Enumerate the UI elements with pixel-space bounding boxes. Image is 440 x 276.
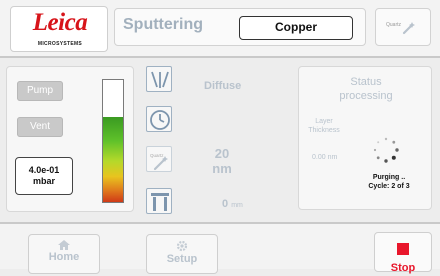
vent-button[interactable]: Vent	[17, 117, 63, 137]
pressure-value: 4.0e-01	[28, 165, 60, 175]
quartz-button[interactable]: Quartz	[375, 8, 431, 46]
setup-label: Setup	[166, 253, 198, 265]
thickness-setpoint: 20 nm	[202, 146, 242, 176]
stop-button[interactable]: Stop	[374, 232, 432, 274]
tooling-factor-button[interactable]	[146, 188, 172, 214]
clock-icon	[150, 110, 170, 130]
gear-icon	[176, 240, 188, 252]
status-title-line2: processing	[339, 90, 393, 102]
purge-cycle: Cycle: 2 of 3	[368, 183, 410, 190]
logo-subtext: MICROSYSTEMS	[37, 41, 83, 47]
wand-icon	[402, 22, 415, 35]
home-icon	[58, 240, 70, 250]
spinner-icon	[373, 137, 399, 163]
logo-wordmark: Leica	[32, 9, 88, 36]
layer-thickness-value: 0.00 nm	[312, 154, 338, 161]
setup-button[interactable]: Setup	[146, 234, 218, 274]
quartz-label: Quartz	[386, 22, 402, 28]
process-status-text: Purging .. Cycle: 2 of 3	[351, 173, 427, 191]
quartz-thickness-button[interactable]: Quartz	[146, 146, 172, 172]
home-button[interactable]: Home	[28, 234, 100, 274]
pump-panel: Pump Vent 4.0e-01 mbar	[6, 66, 134, 212]
thickness-value: 20	[214, 146, 230, 161]
status-title: Status processing	[299, 75, 433, 103]
wand-icon	[153, 156, 168, 171]
thickness-unit: nm	[212, 161, 232, 176]
mode-label: Diffuse	[204, 80, 242, 92]
tooling-icon	[151, 193, 169, 211]
tooling-value: 0	[222, 198, 229, 210]
header-divider	[0, 56, 440, 58]
header-bar: Leica MICROSYSTEMS Sputtering Copper Qua…	[0, 0, 440, 56]
vacuum-level-fill	[103, 116, 123, 202]
status-panel: Status processing Layer Thickness 0.00 n…	[298, 66, 432, 210]
tooling-readout: 0 mm	[222, 198, 243, 210]
pressure-unit: mbar	[32, 176, 55, 186]
diffuse-mode-button[interactable]	[146, 66, 172, 92]
status-title-line1: Status	[350, 76, 382, 88]
diffuse-icon	[151, 71, 169, 88]
layer-label-line1: Layer	[315, 118, 333, 125]
tooling-unit: mm	[231, 202, 243, 209]
app-title: Sputtering	[123, 16, 203, 33]
layer-label-line2: Thickness	[308, 127, 340, 134]
pump-button[interactable]: Pump	[17, 81, 63, 101]
target-material-button[interactable]: Copper	[239, 16, 353, 40]
stop-icon	[397, 243, 409, 255]
layer-thickness-label: Layer Thickness	[307, 117, 341, 135]
timer-button[interactable]	[146, 106, 172, 132]
home-label: Home	[48, 251, 80, 263]
app-title-tab: Sputtering Copper	[114, 8, 366, 46]
purge-status: Purging ..	[372, 174, 406, 181]
pressure-readout: 4.0e-01 mbar	[15, 157, 73, 195]
stop-label: Stop	[390, 262, 416, 274]
leica-logo: Leica MICROSYSTEMS	[10, 6, 108, 52]
vacuum-level-bar	[102, 79, 124, 203]
